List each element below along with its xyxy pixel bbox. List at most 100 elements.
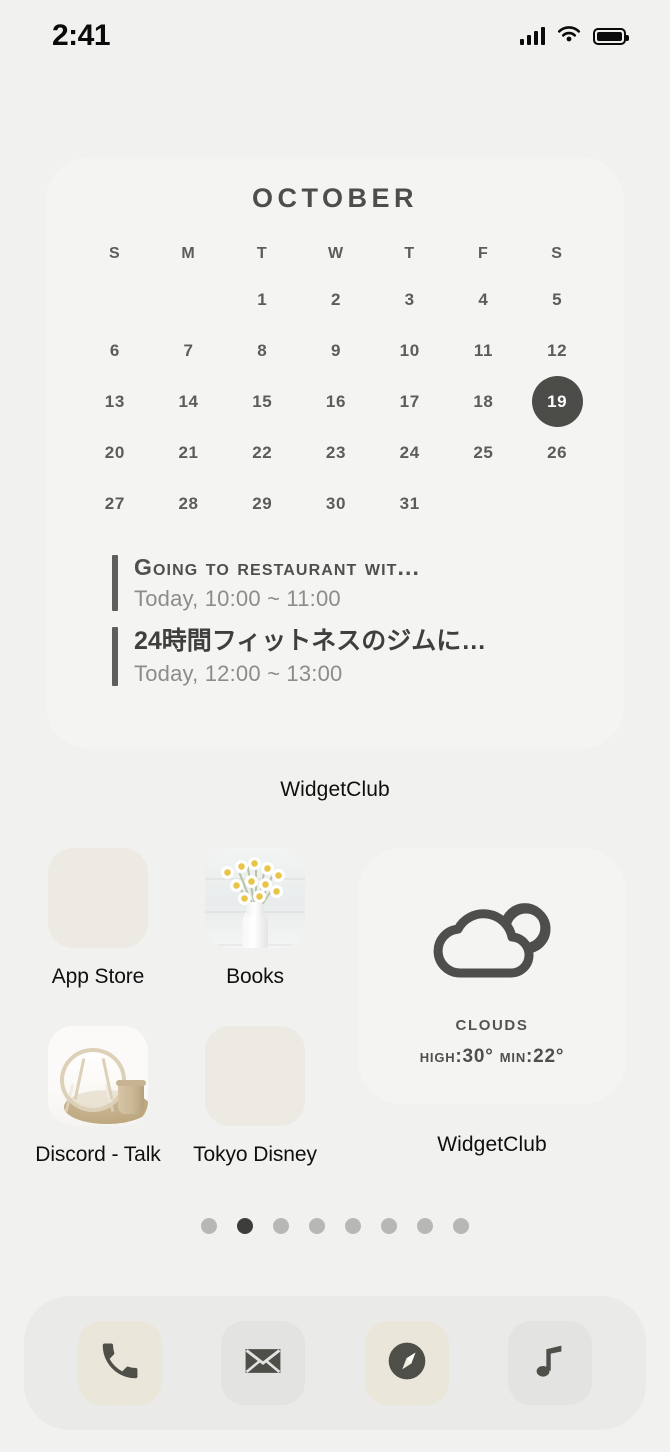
calendar-day-cell bbox=[447, 486, 521, 521]
page-dot[interactable] bbox=[417, 1218, 433, 1234]
page-dot[interactable] bbox=[381, 1218, 397, 1234]
event-accent-bar bbox=[112, 627, 118, 687]
calendar-widget-label: WidgetClub bbox=[280, 778, 390, 801]
calendar-grid: S M T W T F S 1 2 3 4 5 6 7 8 9 10 11 12 bbox=[46, 234, 624, 529]
weekday-label: T bbox=[256, 245, 268, 262]
calendar-day-cell[interactable]: 31 bbox=[373, 489, 447, 519]
dock-app-phone[interactable] bbox=[77, 1321, 162, 1405]
calendar-day-cell[interactable]: 25 bbox=[447, 438, 521, 468]
event-title: Going to restaurant wit... bbox=[134, 554, 421, 580]
weather-temperature-range: High:30° Min:22° bbox=[419, 1045, 565, 1067]
calendar-week-row: 27 28 29 30 31 bbox=[78, 478, 594, 529]
event-time: Today, 10:00 ~ 11:00 bbox=[134, 586, 341, 612]
weekday-label: M bbox=[181, 245, 196, 262]
page-dot[interactable] bbox=[309, 1218, 325, 1234]
app-label: Tokyo Disney bbox=[193, 1143, 317, 1166]
calendar-event-item[interactable]: 24時間フィットネスのジムに… Today, 12:00 ~ 13:00 bbox=[112, 623, 596, 690]
calendar-day-cell[interactable]: 15 bbox=[225, 387, 299, 417]
calendar-day-cell[interactable]: 26 bbox=[520, 438, 594, 468]
page-dot[interactable] bbox=[345, 1218, 361, 1234]
weather-widget-label: WidgetClub bbox=[437, 1133, 547, 1156]
status-bar: 2:41 bbox=[0, 0, 670, 72]
calendar-day-cell[interactable]: 1 bbox=[225, 285, 299, 315]
app-icon-app-store[interactable]: App Store bbox=[26, 848, 170, 989]
wifi-icon bbox=[555, 24, 583, 49]
calendar-day-cell[interactable]: 20 bbox=[78, 438, 152, 468]
app-label: App Store bbox=[51, 965, 145, 988]
page-dot-active[interactable] bbox=[237, 1218, 253, 1234]
page-dot[interactable] bbox=[273, 1218, 289, 1234]
status-bar-time: 2:41 bbox=[52, 19, 111, 52]
event-title: 24時間フィットネスのジムに… bbox=[134, 627, 487, 656]
cellular-signal-icon bbox=[519, 27, 545, 45]
calendar-event-item[interactable]: Going to restaurant wit... Today, 10:00 … bbox=[112, 551, 596, 615]
calendar-day-cell[interactable]: 23 bbox=[299, 438, 373, 468]
calendar-week-row: 13 14 15 16 17 18 19 bbox=[78, 376, 594, 427]
calendar-day-cell[interactable]: 3 bbox=[373, 285, 447, 315]
calendar-month-title: October bbox=[251, 183, 418, 213]
app-icon-books[interactable]: Books bbox=[183, 848, 327, 989]
calendar-day-cell[interactable]: 30 bbox=[299, 489, 373, 519]
calendar-day-cell[interactable]: 4 bbox=[447, 285, 521, 315]
tokyo-disney-icon[interactable] bbox=[205, 1026, 305, 1126]
music-note-icon bbox=[528, 1339, 572, 1388]
page-dot[interactable] bbox=[453, 1218, 469, 1234]
calendar-day-cell bbox=[520, 486, 594, 521]
calendar-day-cell[interactable]: 13 bbox=[78, 387, 152, 417]
battery-full-icon bbox=[593, 27, 629, 45]
weekday-label: W bbox=[327, 245, 345, 262]
app-label: Books bbox=[226, 965, 284, 988]
calendar-day-cell[interactable]: 11 bbox=[447, 336, 521, 366]
page-dot[interactable] bbox=[201, 1218, 217, 1234]
app-label: Discord - Talk bbox=[35, 1143, 161, 1166]
calendar-day-cell[interactable]: 7 bbox=[152, 336, 226, 366]
calendar-day-cell[interactable]: 29 bbox=[225, 489, 299, 519]
calendar-events-list: Going to restaurant wit... Today, 10:00 … bbox=[46, 551, 624, 690]
page-indicator-dots[interactable] bbox=[0, 1218, 670, 1234]
event-time: Today, 12:00 ~ 13:00 bbox=[134, 661, 343, 687]
calendar-day-cell bbox=[152, 282, 226, 317]
calendar-day-cell[interactable]: 24 bbox=[373, 438, 447, 468]
status-bar-indicators bbox=[519, 24, 629, 49]
dock-app-safari[interactable] bbox=[364, 1321, 449, 1405]
calendar-day-cell[interactable]: 21 bbox=[152, 438, 226, 468]
app-icon-tokyo-disney[interactable]: Tokyo Disney bbox=[183, 1026, 327, 1167]
calendar-day-cell[interactable]: 28 bbox=[152, 489, 226, 519]
calendar-day-cell-today[interactable]: 19 bbox=[520, 376, 594, 427]
safari-compass-icon bbox=[385, 1339, 429, 1388]
weather-condition: Clouds bbox=[455, 1009, 529, 1035]
phone-icon bbox=[97, 1338, 143, 1389]
calendar-day-cell[interactable]: 27 bbox=[78, 489, 152, 519]
calendar-day-cell[interactable]: 17 bbox=[373, 387, 447, 417]
calendar-week-row: 1 2 3 4 5 bbox=[78, 274, 594, 325]
weekday-label: S bbox=[109, 245, 121, 262]
calendar-day-cell[interactable]: 18 bbox=[447, 387, 521, 417]
calendar-day-cell[interactable]: 9 bbox=[299, 336, 373, 366]
event-accent-bar bbox=[112, 555, 118, 612]
books-flowers-photo-icon[interactable] bbox=[205, 848, 305, 948]
weekday-label: T bbox=[404, 245, 416, 262]
calendar-day-cell[interactable]: 5 bbox=[520, 285, 594, 315]
calendar-week-row: 6 7 8 9 10 11 12 bbox=[78, 325, 594, 376]
dock-app-mail[interactable] bbox=[221, 1321, 306, 1405]
app-icon-discord[interactable]: Discord - Talk bbox=[26, 1026, 170, 1167]
calendar-weekday-header: S M T W T F S bbox=[78, 234, 594, 274]
dock-app-music[interactable] bbox=[508, 1321, 593, 1405]
calendar-day-cell[interactable]: 16 bbox=[299, 387, 373, 417]
calendar-day-cell[interactable]: 8 bbox=[225, 336, 299, 366]
clouds-icon bbox=[422, 889, 562, 990]
calendar-day-cell[interactable]: 10 bbox=[373, 336, 447, 366]
weather-widget[interactable]: Clouds High:30° Min:22° bbox=[358, 848, 626, 1104]
calendar-week-row: 20 21 22 23 24 25 26 bbox=[78, 427, 594, 478]
calendar-day-cell[interactable]: 2 bbox=[299, 285, 373, 315]
calendar-day-cell[interactable]: 12 bbox=[520, 336, 594, 366]
calendar-day-cell[interactable]: 14 bbox=[152, 387, 226, 417]
discord-rattan-chair-photo-icon[interactable] bbox=[48, 1026, 148, 1126]
app-store-icon[interactable] bbox=[48, 848, 148, 948]
weekday-label: F bbox=[478, 245, 489, 262]
calendar-day-cell[interactable]: 22 bbox=[225, 438, 299, 468]
calendar-widget[interactable]: October S M T W T F S 1 2 3 4 5 6 7 8 9 … bbox=[46, 157, 624, 749]
calendar-day-cell[interactable]: 6 bbox=[78, 336, 152, 366]
mail-envelope-icon bbox=[241, 1339, 285, 1388]
weekday-label: S bbox=[551, 245, 563, 262]
